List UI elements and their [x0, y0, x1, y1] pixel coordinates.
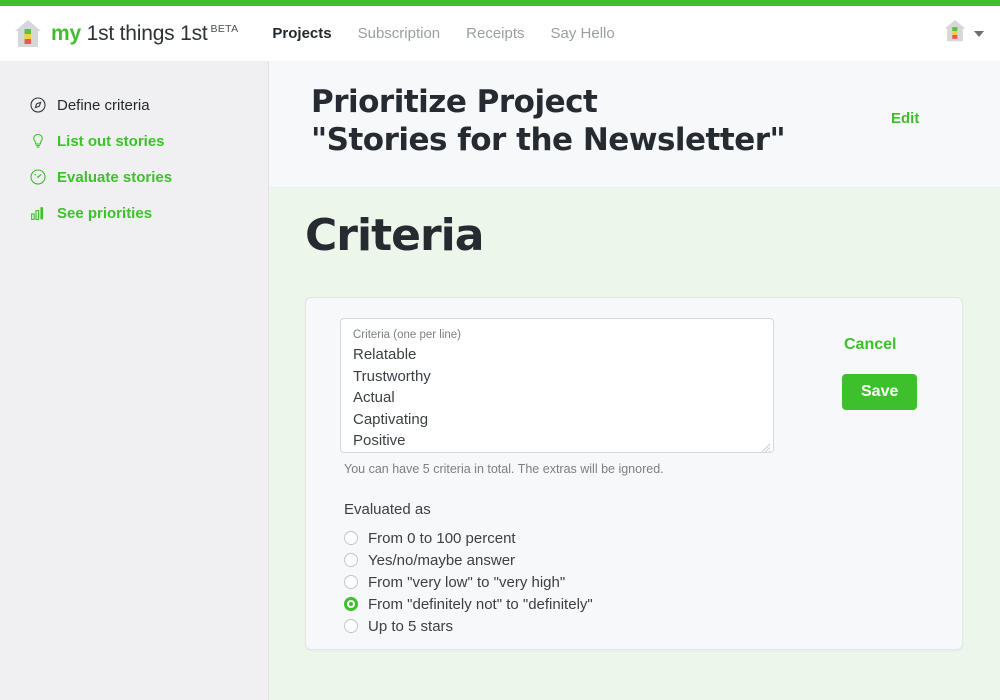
criteria-form-actions: Cancel Save	[798, 318, 938, 629]
page-title-line2: "Stories for the Newsletter"	[311, 122, 786, 159]
project-header: Prioritize Project "Stories for the Newsl…	[269, 61, 1000, 188]
compass-icon	[29, 97, 46, 114]
sidebar: Define criteria List out stories Evaluat…	[0, 61, 269, 700]
user-menu[interactable]	[944, 6, 984, 61]
nav-link-say-hello[interactable]: Say Hello	[551, 25, 615, 42]
page-title-line1: Prioritize Project	[311, 84, 598, 120]
radio-label: Yes/no/maybe answer	[368, 551, 516, 569]
criteria-line: Positive	[353, 432, 406, 450]
radio-icon-selected[interactable]	[344, 597, 358, 611]
sidebar-item-see-priorities[interactable]: See priorities	[0, 195, 268, 231]
nav-link-projects[interactable]: Projects	[272, 25, 331, 42]
nav-links: Projects Subscription Receipts Say Hello	[272, 25, 614, 42]
criteria-textarea[interactable]: Criteria (one per line) Relatable Trustw…	[340, 318, 774, 453]
brand-logo-link[interactable]: my 1st things 1st BETA	[14, 19, 238, 49]
sidebar-item-label: Define criteria	[57, 96, 150, 114]
criteria-line: Relatable	[353, 346, 417, 364]
radio-icon[interactable]	[344, 531, 358, 545]
criteria-help-text: You can have 5 criteria in total. The ex…	[344, 462, 664, 476]
radio-icon[interactable]	[344, 619, 358, 633]
brand-my: my	[51, 21, 81, 45]
lightbulb-icon	[29, 133, 46, 150]
chevron-down-icon[interactable]	[974, 30, 984, 37]
brand-text: my 1st things 1st BETA	[51, 22, 238, 46]
radio-icon[interactable]	[344, 553, 358, 567]
evaluated-as-label: Evaluated as	[344, 501, 431, 518]
radio-icon[interactable]	[344, 575, 358, 589]
sidebar-item-define-criteria[interactable]: Define criteria	[0, 87, 268, 123]
criteria-textarea-label: Criteria (one per line)	[353, 329, 462, 341]
gauge-icon	[29, 169, 46, 186]
nav-link-receipts[interactable]: Receipts	[466, 25, 524, 42]
criteria-form-card: Criteria (one per line) Relatable Trustw…	[305, 297, 963, 650]
beta-badge: BETA	[210, 22, 239, 35]
criteria-section: Criteria Criteria (one per line) Relatab…	[269, 188, 1000, 700]
page-title: Prioritize Project "Stories for the Newsl…	[311, 83, 786, 160]
cancel-button[interactable]: Cancel	[844, 336, 938, 354]
section-title: Criteria	[305, 210, 484, 261]
criteria-form-left: Criteria (one per line) Relatable Trustw…	[340, 318, 798, 635]
sidebar-item-evaluate-stories[interactable]: Evaluate stories	[0, 159, 268, 195]
page-layout: Define criteria List out stories Evaluat…	[0, 61, 1000, 700]
sidebar-item-list-out-stories[interactable]: List out stories	[0, 123, 268, 159]
bar-chart-icon	[29, 205, 46, 222]
radio-option-very-low-very-high[interactable]: From "very low" to "very high"	[344, 571, 798, 593]
radio-option-percent[interactable]: From 0 to 100 percent	[344, 527, 798, 549]
save-button[interactable]: Save	[842, 374, 918, 410]
radio-label: From "definitely not" to "definitely"	[368, 595, 593, 613]
edit-project-link[interactable]: Edit	[891, 110, 919, 127]
criteria-line: Trustworthy	[353, 367, 431, 385]
sidebar-item-label: List out stories	[57, 132, 165, 150]
radio-label: Up to 5 stars	[368, 617, 454, 635]
sidebar-item-label: Evaluate stories	[57, 168, 173, 186]
radio-label: From 0 to 100 percent	[368, 529, 516, 547]
house-avatar-icon	[944, 19, 966, 48]
nav-link-subscription[interactable]: Subscription	[358, 25, 441, 42]
criteria-line: Actual	[353, 389, 395, 407]
house-logo-icon	[14, 19, 42, 49]
radio-option-yes-no-maybe[interactable]: Yes/no/maybe answer	[344, 549, 798, 571]
radio-option-up-to-5-stars[interactable]: Up to 5 stars	[344, 615, 798, 637]
radio-label: From "very low" to "very high"	[368, 573, 566, 591]
sidebar-item-label: See priorities	[57, 204, 153, 222]
radio-option-definitely-not-definitely[interactable]: From "definitely not" to "definitely"	[344, 593, 798, 615]
main-content: Prioritize Project "Stories for the Newsl…	[269, 61, 1000, 700]
textarea-resize-handle[interactable]	[761, 440, 771, 452]
navbar: my 1st things 1st BETA Projects Subscript…	[0, 6, 1000, 61]
brand-rest: 1st things 1st	[80, 21, 208, 45]
criteria-line: Captivating	[353, 410, 429, 428]
